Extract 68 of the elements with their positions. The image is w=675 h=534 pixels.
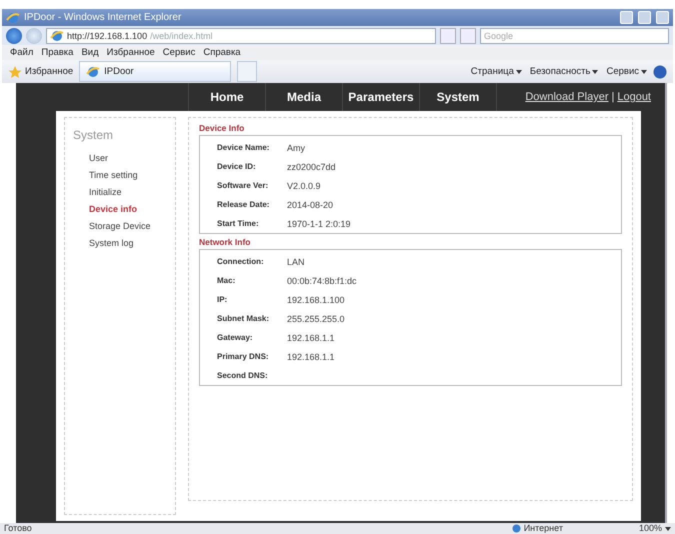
field-label: Gateway: [216, 333, 254, 342]
field-value: 2014-08-20 [287, 200, 334, 210]
field-value: V2.0.0.9 [287, 180, 321, 190]
sidebar-item[interactable]: Initialize [73, 184, 167, 201]
help-icon[interactable] [653, 64, 667, 78]
star-icon [8, 64, 22, 78]
field-label: Software Ver: [216, 181, 270, 190]
address-field[interactable]: http://192.168.1.100 /web/index.html [46, 28, 436, 44]
field-value: 255.255.255.0 [287, 314, 345, 324]
zoom-button[interactable]: 100% [638, 523, 671, 533]
sidebar-item[interactable]: Device info [73, 201, 167, 218]
toolbar-menu[interactable]: Страница [470, 66, 522, 77]
caret-icon [641, 70, 647, 74]
field-label: Release Date: [216, 200, 270, 209]
sidebar-item[interactable]: Storage Device [73, 218, 167, 235]
browser-tab[interactable]: IPDoor [79, 61, 232, 82]
field-label: Device Name: [216, 143, 270, 152]
field-label: IP: [216, 295, 228, 304]
field-label: Second DNS: [216, 371, 269, 380]
field-value: 192.168.1.1 [287, 332, 335, 342]
stop-button[interactable] [460, 28, 476, 44]
browser-logo-icon [50, 28, 64, 42]
menu-item[interactable]: Правка [41, 47, 74, 58]
field-label: Mac: [216, 276, 236, 285]
field-label: Device ID: [216, 162, 257, 171]
minimize-button[interactable] [620, 11, 633, 24]
field-value: 192.168.1.1 [287, 352, 335, 362]
maximize-button[interactable] [638, 11, 651, 24]
menu-item[interactable]: Файл [10, 47, 34, 58]
menu-item[interactable]: Вид [81, 47, 99, 58]
new-tab-button[interactable] [237, 61, 258, 82]
refresh-button[interactable] [440, 28, 456, 44]
close-button[interactable] [656, 11, 669, 24]
browser-logo-icon [86, 64, 100, 78]
favorites-button[interactable]: Избранное [8, 64, 74, 78]
link-separator: | [611, 91, 614, 103]
field-label: Start Time: [216, 219, 260, 228]
window-title: IPDoor - Windows Internet Explorer [24, 12, 182, 23]
field-value: zz0200c7dd [287, 162, 336, 172]
toolbar-menu[interactable]: Безопасность [530, 66, 598, 77]
menu-item[interactable]: Справка [203, 47, 241, 58]
toolbar-menu[interactable]: Сервис [606, 66, 647, 77]
field-label: Connection: [216, 257, 265, 266]
browser-logo-icon [6, 10, 20, 24]
sidebar-item[interactable]: System log [73, 235, 167, 252]
section-heading: Device Info [199, 122, 246, 135]
sidebar-item[interactable]: Time setting [73, 167, 167, 184]
globe-icon [512, 524, 521, 532]
zone-text: Интернет [524, 523, 563, 533]
caret-icon [592, 70, 598, 74]
menu-item[interactable]: Сервис [162, 47, 196, 58]
field-value: 192.168.1.100 [287, 294, 345, 304]
status-text: Готово [4, 523, 32, 533]
field-label: Primary DNS: [216, 352, 270, 361]
caret-icon [516, 70, 522, 74]
menu-item[interactable]: Избранное [106, 47, 155, 58]
nav-link[interactable]: Download Player [525, 91, 608, 103]
field-value: 00:0b:74:8b:f1:dc [287, 276, 357, 286]
back-button[interactable] [6, 28, 22, 44]
nav-link[interactable]: Logout [617, 91, 651, 103]
field-value: LAN [287, 256, 305, 266]
field-value: 1970-1-1 2:0:19 [287, 218, 351, 228]
field-label: Subnet Mask: [216, 314, 270, 323]
sidebar-title: System [73, 128, 114, 142]
field-value: Amy [287, 142, 305, 152]
caret-icon [665, 527, 671, 531]
section-heading: Network Info [199, 236, 252, 249]
sidebar-item[interactable]: User [73, 150, 167, 167]
